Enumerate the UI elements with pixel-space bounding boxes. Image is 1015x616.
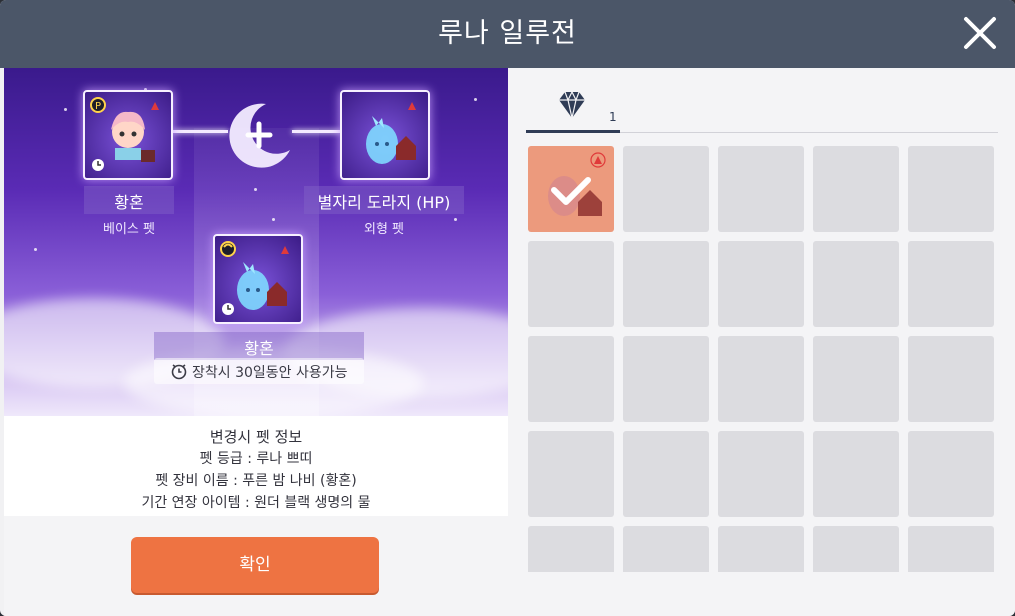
inventory-slot[interactable] — [718, 431, 804, 517]
blue-spirit-pet-icon — [220, 241, 289, 315]
inventory-slot[interactable] — [718, 241, 804, 327]
pet-character-icon: P — [90, 97, 159, 171]
appearance-pet-role: 외형 펫 — [363, 222, 404, 237]
inventory-slot[interactable] — [908, 241, 994, 327]
usable-period-notice: 장착시 30일동안 사용가능 — [154, 358, 364, 384]
inventory-slot[interactable] — [623, 241, 709, 327]
inventory-slot[interactable] — [813, 336, 899, 422]
info-line-extension-item: 기간 연장 아이템 : 원더 블랙 생명의 물 — [141, 495, 371, 511]
diamond-icon — [559, 90, 585, 119]
inventory-tabs: 1 — [526, 68, 998, 133]
inventory-slot[interactable] — [623, 336, 709, 422]
title-bar: 루나 일루전 — [0, 0, 1015, 68]
inventory-slot[interactable] — [528, 431, 614, 517]
inventory-slot[interactable] — [908, 526, 994, 572]
inventory-slot[interactable] — [528, 241, 614, 327]
inventory-slot-selected[interactable] — [528, 146, 614, 232]
connector-line-left — [172, 130, 228, 133]
fusion-panel: P 황혼 베이스 펫 별자리 도라지 (HP) 외형 펫 황혼 장착시 30일동… — [4, 68, 508, 616]
inventory-slot[interactable] — [813, 241, 899, 327]
inventory-slot[interactable] — [813, 431, 899, 517]
luna-illusion-window: 루나 일루전 P 황혼 베이스 펫 별자리 도라지 (HP) 외형 펫 황혼 장… — [0, 0, 1015, 616]
inventory-slot[interactable] — [623, 431, 709, 517]
crescent-moon-plus-icon — [222, 98, 296, 172]
inventory-slot[interactable] — [718, 336, 804, 422]
svg-text:P: P — [95, 101, 101, 112]
inventory-slot[interactable] — [813, 146, 899, 232]
appearance-pet-name: 별자리 도라지 (HP) — [317, 193, 451, 212]
inventory-slot[interactable] — [623, 526, 709, 572]
alarm-clock-icon — [171, 364, 187, 380]
connector-line-right — [292, 130, 342, 133]
inventory-slot[interactable] — [718, 526, 804, 572]
base-pet-slot[interactable]: P — [83, 90, 173, 180]
pet-info-after-change: 변경시 펫 정보 펫 등급 : 루나 쁘띠 펫 장비 이름 : 푸른 밤 나비 … — [4, 416, 508, 516]
info-line-grade: 펫 등급 : 루나 쁘띠 — [199, 451, 313, 467]
appearance-pet-slot[interactable] — [340, 90, 430, 180]
inventory-panel: 1 — [508, 68, 1015, 616]
blue-spirit-pet-icon — [548, 152, 606, 216]
inventory-slot[interactable] — [908, 146, 994, 232]
tab-diamond[interactable]: 1 — [526, 68, 620, 133]
info-heading: 변경시 펫 정보 — [209, 428, 303, 446]
fusion-preview: P 황혼 베이스 펫 별자리 도라지 (HP) 외형 펫 황혼 장착시 30일동… — [4, 68, 508, 416]
close-icon[interactable] — [961, 14, 999, 52]
inventory-slot[interactable] — [528, 336, 614, 422]
window-title: 루나 일루전 — [438, 18, 577, 49]
blue-spirit-pet-icon — [366, 102, 416, 164]
result-pet-slot — [213, 234, 303, 324]
inventory-slot[interactable] — [908, 336, 994, 422]
result-pet-name: 황혼 — [244, 339, 274, 358]
info-line-equipment: 펫 장비 이름 : 푸른 밤 나비 (황혼) — [155, 473, 357, 489]
inventory-slot[interactable] — [528, 526, 614, 572]
usable-period-text: 장착시 30일동안 사용가능 — [192, 365, 348, 381]
inventory-slot[interactable] — [718, 146, 804, 232]
base-pet-role: 베이스 펫 — [103, 222, 155, 237]
confirm-button[interactable]: 확인 — [131, 537, 379, 593]
inventory-slot[interactable] — [813, 526, 899, 572]
inventory-slot[interactable] — [623, 146, 709, 232]
inventory-slot[interactable] — [908, 431, 994, 517]
tab-item-count: 1 — [609, 110, 617, 124]
inventory-grid — [528, 146, 1000, 572]
base-pet-name: 황혼 — [114, 193, 144, 212]
